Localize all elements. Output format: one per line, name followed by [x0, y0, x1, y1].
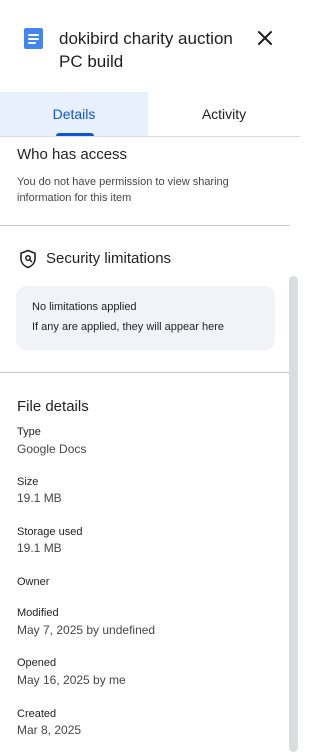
modified-value: May 7, 2025 by undefined: [17, 623, 156, 637]
modified-label: Modified: [17, 607, 59, 619]
size-value: 19.1 MB: [17, 491, 62, 505]
type-label: Type: [17, 426, 41, 438]
storage-used-value: 19.1 MB: [17, 541, 62, 555]
panel-header: dokibird charity auction PC build: [0, 0, 300, 92]
tab-details-label: Details: [52, 106, 96, 122]
file-details-heading: File details: [17, 398, 89, 415]
security-limitations-heading: Security limitations: [46, 250, 172, 267]
close-icon: [258, 31, 272, 45]
size-label: Size: [17, 476, 39, 488]
shield-lock-icon: [20, 249, 36, 269]
access-permission-message: You do not have permission to view shari…: [17, 176, 229, 204]
tabs-divider: [0, 136, 300, 137]
created-label: Created: [17, 708, 57, 720]
opened-label: Opened: [17, 657, 57, 669]
section-divider: [0, 372, 290, 373]
tab-activity-label: Activity: [201, 106, 247, 122]
storage-used-label: Storage used: [17, 526, 83, 538]
scrollbar-thumb[interactable]: [289, 276, 298, 752]
tab-bar: Details Activity: [0, 92, 300, 137]
section-divider: [0, 225, 290, 226]
file-details-panel: dokibird charity auction PC build Detail…: [0, 0, 300, 752]
google-docs-icon: [24, 28, 43, 49]
created-value: Mar 8, 2025: [17, 723, 82, 737]
type-value: Google Docs: [17, 442, 87, 456]
file-title: dokibird charity auction PC build: [59, 29, 233, 71]
security-limitations-card: No limitations applied If any are applie…: [16, 286, 275, 350]
who-has-access-heading: Who has access: [17, 146, 128, 163]
limitations-hint: If any are applied, they will appear her…: [32, 321, 225, 333]
tab-details[interactable]: Details: [0, 92, 148, 136]
close-button[interactable]: [250, 23, 280, 53]
owner-label: Owner: [17, 576, 50, 588]
opened-value: May 16, 2025 by me: [17, 673, 126, 687]
limitations-status: No limitations applied: [32, 301, 137, 313]
tab-activity[interactable]: Activity: [148, 92, 300, 136]
